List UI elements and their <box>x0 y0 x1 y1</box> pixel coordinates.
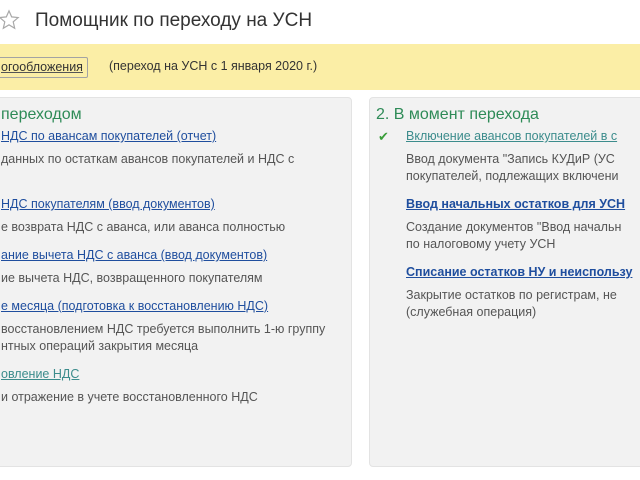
step-description: (служебная операция) <box>406 305 537 319</box>
step-description: Ввод документа "Запись КУДиР (УС <box>406 152 615 166</box>
opening-balances-link[interactable]: Ввод начальных остатков для УСН <box>406 197 625 211</box>
include-advances-link[interactable]: Включение авансов покупателей в с <box>406 129 617 143</box>
vat-refund-link[interactable]: НДС покупателям (ввод документов) <box>1 197 215 211</box>
step-description: по налоговому учету УСН <box>406 237 556 251</box>
before-transition-panel: переходом НДС по авансам покупателей (от… <box>0 97 352 467</box>
step-description: е возврата НДС с аванса, или аванса полн… <box>1 220 286 234</box>
step-description: покупателей, подлежащих включени <box>406 169 619 183</box>
vat-advances-report-link[interactable]: НДС по авансам покупателей (отчет) <box>1 129 216 143</box>
vat-deduction-link[interactable]: ание вычета НДС с аванса (ввод документо… <box>1 248 267 262</box>
section-title: 2. В момент перехода <box>376 106 539 123</box>
step-description: Закрытие остатков по регистрам, не <box>406 288 617 302</box>
step-description: восстановлением НДС требуется выполнить … <box>1 322 326 336</box>
section-title: переходом <box>1 106 82 123</box>
step-description: ие вычета НДС, возвращенного покупателям <box>1 271 263 285</box>
transition-date-note: (переход на УСН с 1 января 2020 г.) <box>109 59 318 73</box>
completed-check-icon: ✔ <box>378 129 389 144</box>
at-transition-panel: 2. В момент перехода ✔ Включение авансов… <box>369 97 640 467</box>
step-description: и отражение в учете восстановленного НДС <box>1 390 258 404</box>
page-title: Помощник по переходу на УСН <box>35 10 313 31</box>
write-off-balances-link[interactable]: Списание остатков НУ и неиспользу <box>406 265 632 279</box>
step-description: Создание документов "Ввод начальн <box>406 220 622 234</box>
tax-regime-link[interactable]: огообложения <box>0 57 88 78</box>
info-banner <box>0 44 640 90</box>
favorite-star-icon[interactable] <box>0 9 20 31</box>
title-bar: Помощник по переходу на УСН <box>0 0 640 44</box>
month-close-link[interactable]: е месяца (подготовка к восстановлению НД… <box>1 299 268 313</box>
step-description: данных по остаткам авансов покупателей и… <box>1 152 295 166</box>
step-description: нтных операций закрытия месяца <box>1 339 199 353</box>
vat-restoration-link[interactable]: овление НДС <box>1 367 79 381</box>
